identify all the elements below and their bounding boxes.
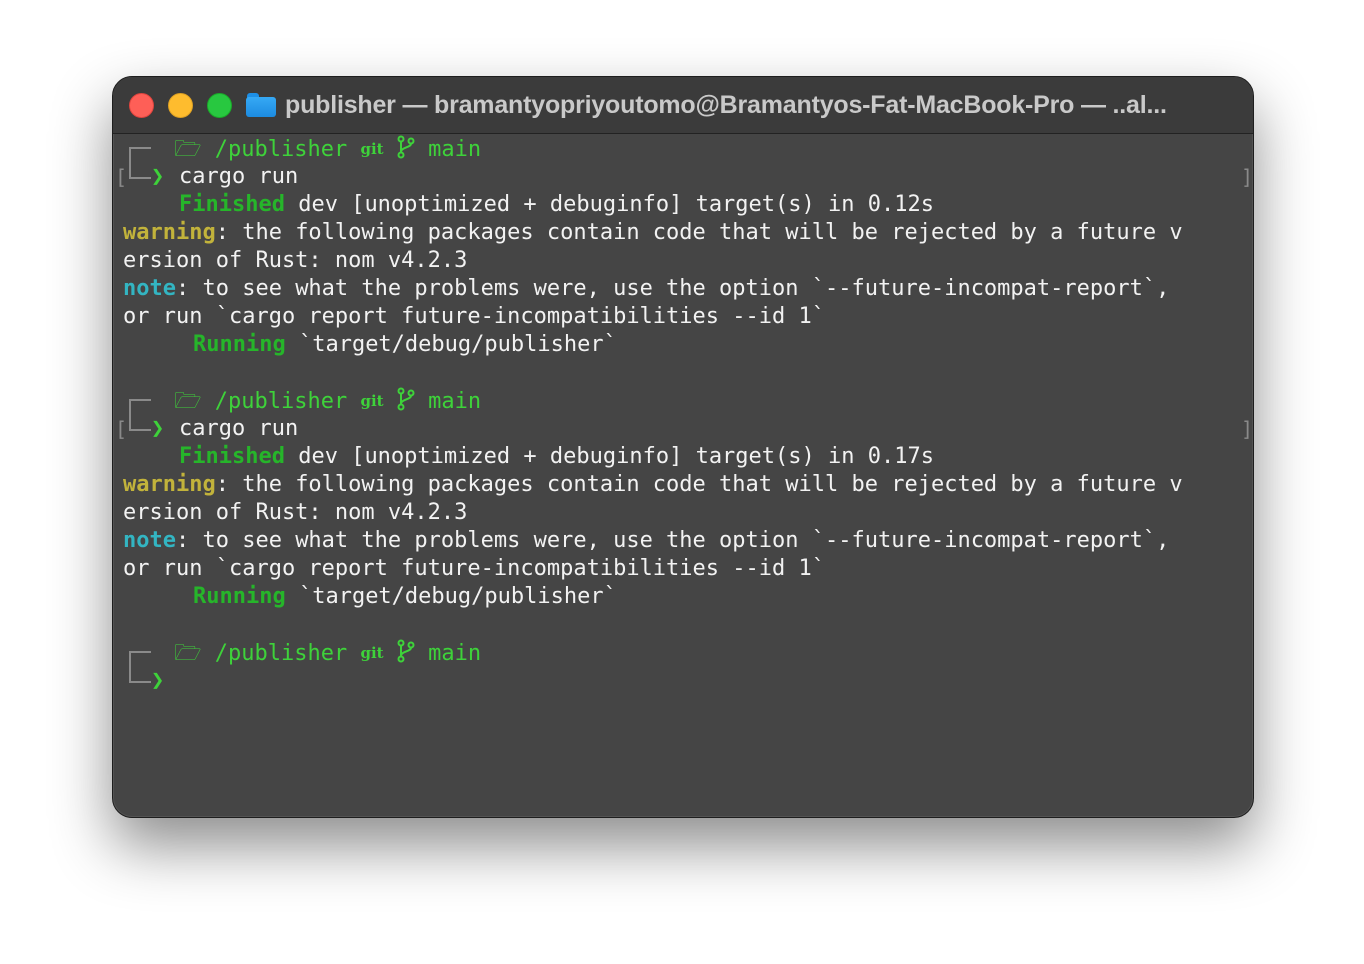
running-text: `target/debug/publisher` xyxy=(285,332,617,357)
running-line: Running `target/debug/publisher` xyxy=(193,331,617,359)
prompt-chevron: ❯ xyxy=(151,164,165,189)
branch-name: main xyxy=(428,389,482,414)
warning-line-cont: ersion of Rust: nom v4.2.3 xyxy=(123,500,468,525)
finished-text: dev [unoptimized + debuginfo] target(s) … xyxy=(284,192,934,217)
note-line-cont: or run `cargo report future-incompatibil… xyxy=(123,556,825,581)
running-label: Running xyxy=(193,332,286,357)
branch-icon xyxy=(397,135,415,159)
git-icon: git xyxy=(360,644,384,662)
note-line: note: to see what the problems were, use… xyxy=(123,275,1169,303)
warning-line: warning: the following packages contain … xyxy=(123,471,1183,499)
zoom-button[interactable] xyxy=(207,92,232,118)
warning-text: : the following packages contain code th… xyxy=(215,220,1183,245)
note-line-cont: or run `cargo report future-incompatibil… xyxy=(123,304,825,329)
window-controls xyxy=(129,92,246,118)
window-title: publisher — bramantyopriyoutomo@Bramanty… xyxy=(285,90,1167,119)
warning-label: warning xyxy=(123,472,216,497)
running-text: `target/debug/publisher` xyxy=(285,584,617,609)
prompt-frame-bottom xyxy=(129,415,151,431)
folder-icon: 🗁 xyxy=(174,389,202,414)
prompt-chevron: ❯ xyxy=(151,668,165,693)
prompt-frame-bottom xyxy=(129,667,151,683)
prompt-path: /publisher xyxy=(214,389,348,414)
running-line: Running `target/debug/publisher` xyxy=(193,583,617,611)
note-line: note: to see what the problems were, use… xyxy=(123,527,1169,555)
branch-icon xyxy=(397,639,415,663)
terminal-window: publisher — bramantyopriyoutomo@Bramanty… xyxy=(112,76,1254,818)
finished-line: Finished dev [unoptimized + debuginfo] t… xyxy=(179,443,934,471)
finished-line: Finished dev [unoptimized + debuginfo] t… xyxy=(179,191,934,219)
terminal-content[interactable]: 🗁 /publisher git main [ ❯ cargo run ] Fi… xyxy=(113,134,1253,817)
running-label: Running xyxy=(193,584,286,609)
finished-text: dev [unoptimized + debuginfo] target(s) … xyxy=(284,444,934,469)
left-bracket: [ xyxy=(115,165,128,189)
prompt-chevron: ❯ xyxy=(151,416,165,441)
prompt-frame-bottom xyxy=(129,163,151,179)
branch-name: main xyxy=(428,137,482,162)
title-bar[interactable]: publisher — bramantyopriyoutomo@Bramanty… xyxy=(113,77,1253,134)
finished-label: Finished xyxy=(179,444,285,469)
folder-icon xyxy=(246,93,276,117)
command-line: cargo run xyxy=(179,416,299,441)
warning-line: warning: the following packages contain … xyxy=(123,219,1183,247)
prompt-line: 🗁 /publisher git main xyxy=(161,639,481,667)
folder-icon: 🗁 xyxy=(174,137,202,162)
note-label: note xyxy=(123,276,176,301)
command-line: cargo run xyxy=(179,164,299,189)
right-bracket: ] xyxy=(1241,417,1254,441)
close-button[interactable] xyxy=(129,92,154,118)
prompt-path: /publisher xyxy=(214,641,348,666)
warning-text: : the following packages contain code th… xyxy=(215,472,1183,497)
prompt-line: 🗁 /publisher git main xyxy=(161,387,481,415)
prompt-line: 🗁 /publisher git main xyxy=(161,135,481,163)
prompt-path: /publisher xyxy=(214,137,348,162)
warning-label: warning xyxy=(123,220,216,245)
git-icon: git xyxy=(360,392,384,410)
note-label: note xyxy=(123,528,176,553)
right-bracket: ] xyxy=(1241,165,1254,189)
folder-icon: 🗁 xyxy=(174,641,202,666)
note-text: : to see what the problems were, use the… xyxy=(175,276,1170,301)
git-icon: git xyxy=(360,140,384,158)
finished-label: Finished xyxy=(179,192,285,217)
left-bracket: [ xyxy=(115,417,128,441)
branch-name: main xyxy=(428,641,482,666)
note-text: : to see what the problems were, use the… xyxy=(175,528,1170,553)
warning-line-cont: ersion of Rust: nom v4.2.3 xyxy=(123,248,468,273)
branch-icon xyxy=(397,387,415,411)
minimize-button[interactable] xyxy=(168,92,193,118)
